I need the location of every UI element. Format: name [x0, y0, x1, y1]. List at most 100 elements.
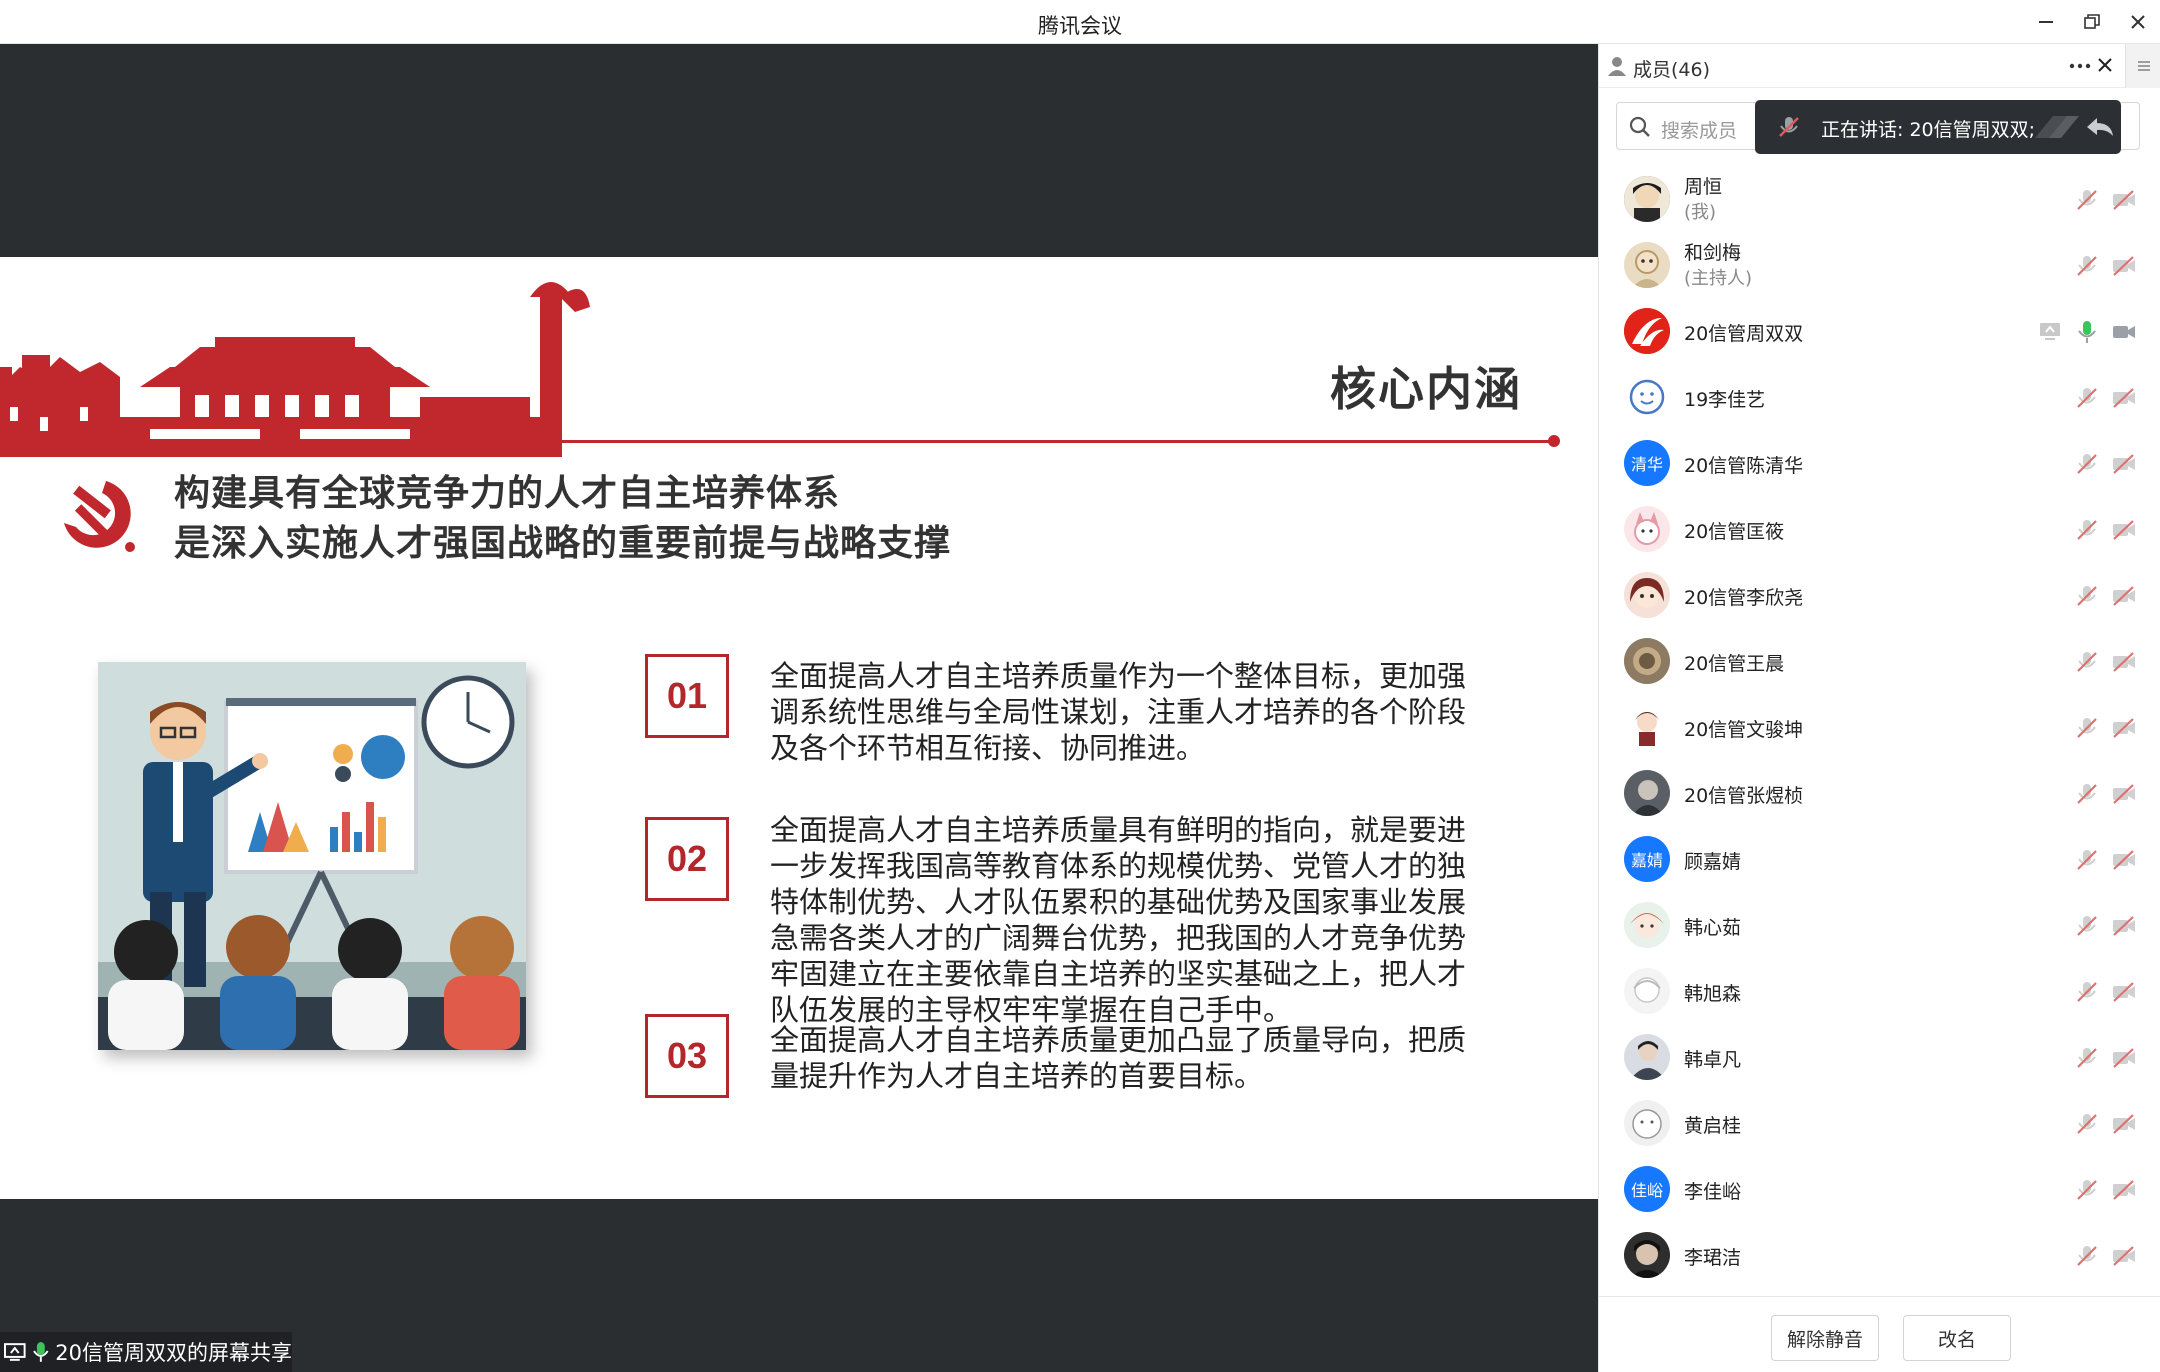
screen-share-icon [4, 1343, 26, 1361]
mic-muted-icon[interactable] [2075, 980, 2099, 1004]
mic-muted-icon[interactable] [2075, 650, 2099, 674]
mic-muted-icon[interactable] [2075, 782, 2099, 806]
item-number-01: 01 [645, 654, 729, 738]
video-off-icon[interactable] [2111, 584, 2137, 608]
item-number-02: 02 [645, 817, 729, 901]
headline-line-1: 构建具有全球竞争力的人才自主培养体系 [174, 473, 841, 514]
window-title: 腾讯会议 [1038, 14, 1122, 38]
member-row[interactable]: 韩心茹 [1599, 892, 2160, 958]
avatar [1624, 638, 1670, 684]
member-row[interactable]: 周恒 (我) [1599, 166, 2160, 232]
headline-line-2: 是深入实施人才强国战略的重要前提与战略支撑 [174, 523, 952, 564]
mic-muted-icon[interactable] [2075, 452, 2099, 476]
member-row[interactable]: 黄启桂 [1599, 1090, 2160, 1156]
mic-muted-icon[interactable] [2075, 1112, 2099, 1136]
video-icon[interactable] [2111, 320, 2137, 344]
member-row[interactable]: 佳峪 李佳峪 [1599, 1156, 2160, 1222]
mic-muted-icon[interactable] [2075, 188, 2099, 212]
member-row[interactable]: 20信管匡筱 [1599, 496, 2160, 562]
mic-muted-icon[interactable] [2075, 386, 2099, 410]
member-row[interactable]: 19李佳艺 [1599, 364, 2160, 430]
screen-share-status[interactable]: 20信管周双双的屏幕共享 [0, 1332, 292, 1372]
members-panel: 成员(46) 搜索成员 正在讲话: 20信管周双双; 周恒 (我) 和剑梅 (主… [1598, 44, 2160, 1372]
member-row[interactable]: 20信管文骏坤 [1599, 694, 2160, 760]
mic-muted-icon[interactable] [2075, 584, 2099, 608]
video-off-icon[interactable] [2111, 716, 2137, 740]
search-placeholder: 搜索成员 [1661, 120, 1738, 142]
member-row[interactable]: 韩卓凡 [1599, 1024, 2160, 1090]
item-01-line: 全面提高人才自主培养质量作为一个整体目标，更加强 [770, 659, 1467, 693]
avatar [1624, 308, 1670, 354]
restore-icon [2084, 14, 2100, 29]
video-off-icon[interactable] [2111, 188, 2137, 212]
members-panel-header: 成员(46) [1599, 44, 2160, 88]
mic-muted-icon[interactable] [2075, 716, 2099, 740]
mic-muted-icon[interactable] [2075, 1244, 2099, 1268]
member-row[interactable]: 20信管张煜桢 [1599, 760, 2160, 826]
restore-button[interactable] [2074, 6, 2110, 38]
video-off-icon[interactable] [2111, 914, 2137, 938]
panel-menu-button[interactable] [2125, 44, 2160, 88]
close-icon [2131, 15, 2145, 29]
reply-icon[interactable] [2035, 112, 2115, 142]
member-name: 顾嘉婧 [1684, 851, 1742, 873]
member-name: 19李佳艺 [1684, 389, 1766, 411]
user-icon [1608, 57, 1626, 76]
member-row[interactable]: 清华 20信管陈清华 [1599, 430, 2160, 496]
video-off-icon[interactable] [2111, 782, 2137, 806]
mic-muted-icon[interactable] [2075, 914, 2099, 938]
member-row[interactable]: 李珺洁 [1599, 1222, 2160, 1288]
member-row[interactable]: 20信管周双双 [1599, 298, 2160, 364]
video-off-icon[interactable] [2111, 1046, 2137, 1070]
avatar [1624, 374, 1670, 420]
more-options-icon[interactable] [2069, 58, 2091, 74]
member-name: 20信管匡筱 [1684, 521, 1785, 543]
video-off-icon[interactable] [2111, 452, 2137, 476]
members-panel-footer: 解除静音 改名 [1599, 1296, 2160, 1372]
item-03-line: 量提升作为人才自主培养的首要目标。 [770, 1059, 1264, 1093]
avatar-initials: 嘉婧 [1630, 851, 1663, 870]
video-off-icon[interactable] [2111, 1112, 2137, 1136]
slide-title: 核心内涵 [1330, 362, 1522, 416]
screen-share-icon [2040, 323, 2060, 340]
video-off-icon[interactable] [2111, 518, 2137, 542]
screen-share-label: 20信管周双双的屏幕共享 [55, 1341, 292, 1365]
search-icon [1629, 116, 1650, 137]
video-off-icon[interactable] [2111, 386, 2137, 410]
minimize-icon [2039, 21, 2053, 23]
mic-muted-icon[interactable] [2075, 518, 2099, 542]
video-off-icon[interactable] [2111, 254, 2137, 278]
video-off-icon[interactable] [2111, 650, 2137, 674]
member-row[interactable]: 嘉婧 顾嘉婧 [1599, 826, 2160, 892]
mic-muted-icon[interactable] [2075, 254, 2099, 278]
mic-active-icon[interactable] [2075, 320, 2099, 344]
video-off-icon[interactable] [2111, 1244, 2137, 1268]
video-off-icon[interactable] [2111, 848, 2137, 872]
mic-muted-icon[interactable] [2075, 1178, 2099, 1202]
video-off-icon[interactable] [2111, 980, 2137, 1004]
slide-headline: 构建具有全球竞争力的人才自主培养体系 是深入实施人才强国战略的重要前提与战略支撑 [174, 469, 951, 569]
avatar [1624, 770, 1670, 816]
rename-button[interactable]: 改名 [1903, 1315, 2011, 1361]
item-01-line: 及各个环节相互衔接、协同推进。 [770, 731, 1206, 765]
member-row[interactable]: 和剑梅 (主持人) [1599, 232, 2160, 298]
title-underline [540, 440, 1556, 443]
mic-muted-icon[interactable] [2075, 1046, 2099, 1070]
member-row[interactable]: 韩旭森 [1599, 958, 2160, 1024]
item-02-line: 牢固建立在主要依靠自主培养的坚实基础之上，把人才 [770, 957, 1467, 991]
unmute-all-button[interactable]: 解除静音 [1771, 1315, 1879, 1361]
member-row[interactable]: 20信管李欣尧 [1599, 562, 2160, 628]
close-panel-icon[interactable] [2096, 56, 2114, 74]
speaking-indicator-tooltip: 正在讲话: 20信管周双双; [1755, 100, 2121, 154]
minimize-button[interactable] [2028, 6, 2064, 38]
member-row[interactable]: 20信管王晨 [1599, 628, 2160, 694]
close-window-button[interactable] [2120, 6, 2156, 38]
mic-muted-icon[interactable] [2075, 848, 2099, 872]
member-role: (主持人) [1684, 268, 1753, 289]
title-underline-dot [1548, 435, 1560, 447]
presenter-illustration [98, 662, 526, 1050]
hammer-sickle-emblem-icon [64, 481, 135, 552]
member-name: 和剑梅 [1684, 242, 1742, 264]
video-off-icon[interactable] [2111, 1178, 2137, 1202]
mic-active-icon [32, 1342, 49, 1362]
